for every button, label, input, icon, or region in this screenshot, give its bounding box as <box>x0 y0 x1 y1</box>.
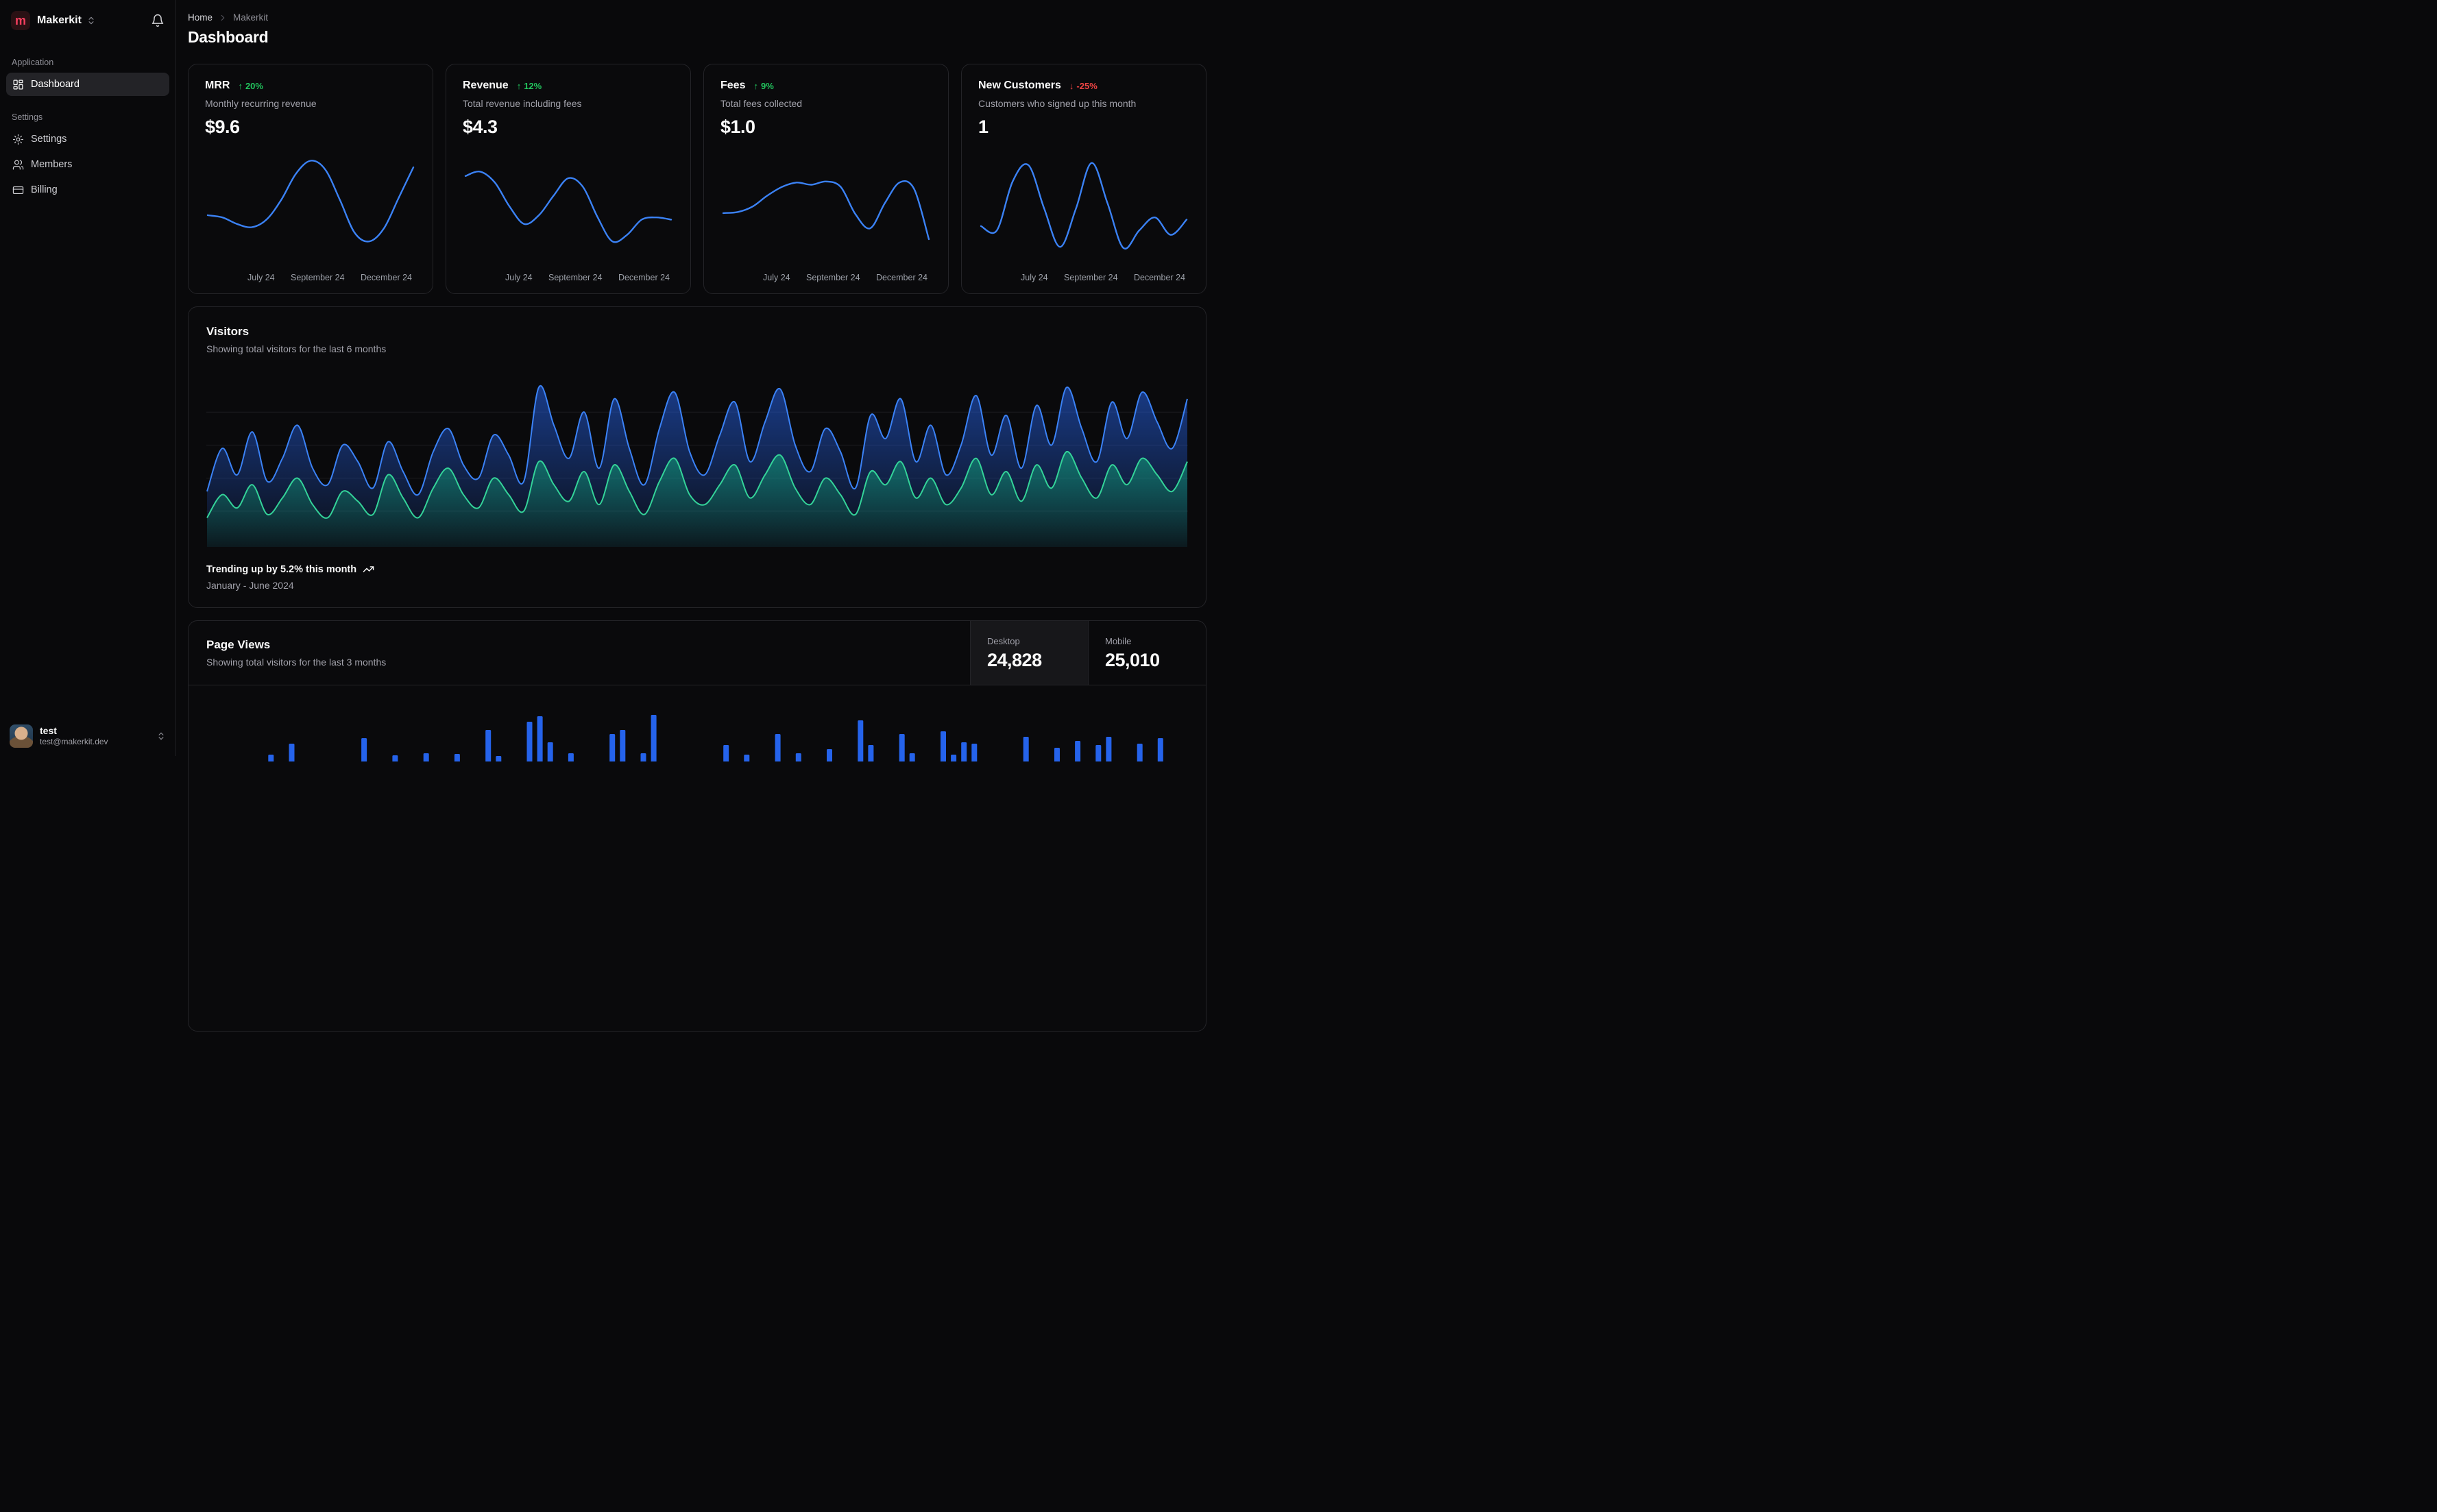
sparkline-chart <box>463 147 674 271</box>
nav-section-application: Application Dashboard <box>0 58 175 96</box>
stat-card-mrr: MRR ↑20% Monthly recurring revenue $9.6 … <box>188 64 433 294</box>
pageviews-toggle-mobile[interactable]: Mobile 25,010 <box>1088 621 1206 685</box>
makerkit-logo: m <box>11 11 30 30</box>
breadcrumb-current: Makerkit <box>233 12 268 23</box>
page-views-header: Page Views Showing total visitors for th… <box>189 621 1206 685</box>
stat-title: MRR <box>205 80 230 92</box>
x-axis-labels: July 24September 24December 24 <box>205 271 416 282</box>
chevrons-up-down-icon <box>86 16 96 25</box>
trend-arrow-icon: ↑ <box>517 81 522 91</box>
sidebar: m Makerkit Application Dashboard Setting… <box>0 0 176 756</box>
x-axis-labels: July 24September 24December 24 <box>720 271 932 282</box>
change-badge: ↑12% <box>517 81 542 91</box>
trend-arrow-icon: ↑ <box>238 81 243 91</box>
sidebar-item-label: Billing <box>31 184 58 195</box>
toggle-value: 24,828 <box>987 650 1071 671</box>
sidebar-item-label: Dashboard <box>31 79 80 90</box>
sparkline-chart <box>720 147 932 271</box>
chevrons-up-down-icon <box>156 731 166 741</box>
sidebar-item-label: Settings <box>31 134 66 145</box>
stat-subtitle: Monthly recurring revenue <box>205 98 416 109</box>
change-badge: ↑9% <box>753 81 773 91</box>
bell-icon <box>151 14 165 27</box>
sparkline-chart <box>978 147 1189 271</box>
nav-section-settings: Settings Settings Members Billing <box>0 112 175 202</box>
stat-title: New Customers <box>978 80 1061 92</box>
page-views-card: Page Views Showing total visitors for th… <box>188 620 1207 1032</box>
notifications-button[interactable] <box>151 14 165 27</box>
stat-value: 1 <box>978 117 1189 138</box>
sidebar-item-billing[interactable]: Billing <box>6 178 169 202</box>
users-icon <box>12 159 24 171</box>
visitors-area-chart <box>206 375 1188 547</box>
stat-subtitle: Total revenue including fees <box>463 98 674 109</box>
visitors-title: Visitors <box>206 325 1188 339</box>
breadcrumb-home-link[interactable]: Home <box>188 12 213 23</box>
user-name: test <box>40 725 108 737</box>
avatar <box>10 724 33 748</box>
visitors-subtitle: Showing total visitors for the last 6 mo… <box>206 343 1188 354</box>
pageviews-toggle-desktop[interactable]: Desktop 24,828 <box>970 621 1088 685</box>
gear-icon <box>12 134 24 145</box>
stat-value: $4.3 <box>463 117 674 138</box>
page-views-chart-area <box>189 685 1206 761</box>
toggle-label: Mobile <box>1105 636 1189 646</box>
trending-up-icon <box>363 563 374 575</box>
sidebar-item-members[interactable]: Members <box>6 153 169 176</box>
visitors-footer: Trending up by 5.2% this month <box>206 563 1188 575</box>
toggle-label: Desktop <box>987 636 1071 646</box>
user-info: test test@makerkit.dev <box>40 725 108 748</box>
section-label: Application <box>6 58 169 67</box>
sidebar-item-dashboard[interactable]: Dashboard <box>6 73 169 96</box>
sidebar-header: m Makerkit <box>0 0 175 41</box>
visitors-card: Visitors Showing total visitors for the … <box>188 306 1207 608</box>
change-badge: ↓-25% <box>1069 81 1098 91</box>
x-axis-labels: July 24September 24December 24 <box>978 271 1189 282</box>
stat-value: $1.0 <box>720 117 932 138</box>
stat-card-fees: Fees ↑9% Total fees collected $1.0 July … <box>703 64 949 294</box>
trend-arrow-icon: ↓ <box>1069 81 1074 91</box>
stat-title: Fees <box>720 80 745 92</box>
page-views-bar-chart <box>189 685 1206 761</box>
change-badge: ↑20% <box>238 81 263 91</box>
stat-title: Revenue <box>463 80 509 92</box>
stat-card-revenue: Revenue ↑12% Total revenue including fee… <box>446 64 691 294</box>
stat-subtitle: Customers who signed up this month <box>978 98 1189 109</box>
main-content: Home Makerkit Dashboard MRR ↑20% Monthly… <box>176 0 1219 756</box>
breadcrumb: Home Makerkit <box>188 12 1207 23</box>
credit-card-icon <box>12 184 24 196</box>
workspace-name: Makerkit <box>37 14 82 27</box>
page-views-title: Page Views <box>206 638 952 652</box>
page-views-subtitle: Showing total visitors for the last 3 mo… <box>206 657 952 668</box>
stat-cards-row: MRR ↑20% Monthly recurring revenue $9.6 … <box>188 64 1207 294</box>
trend-arrow-icon: ↑ <box>753 81 758 91</box>
page-title: Dashboard <box>188 28 1207 47</box>
section-label: Settings <box>6 112 169 122</box>
workspace-selector[interactable]: m Makerkit <box>11 11 96 30</box>
sparkline-chart <box>205 147 416 271</box>
chevron-right-icon <box>218 13 228 23</box>
stat-value: $9.6 <box>205 117 416 138</box>
layout-dashboard-icon <box>12 79 24 90</box>
toggle-value: 25,010 <box>1105 650 1189 671</box>
sidebar-item-label: Members <box>31 159 72 170</box>
x-axis-labels: July 24September 24December 24 <box>463 271 674 282</box>
user-email: test@makerkit.dev <box>40 737 108 747</box>
sidebar-item-settings[interactable]: Settings <box>6 127 169 151</box>
user-menu[interactable]: test test@makerkit.dev <box>0 716 175 756</box>
visitors-date-range: January - June 2024 <box>206 580 1188 591</box>
stat-card-new-customers: New Customers ↓-25% Customers who signed… <box>961 64 1207 294</box>
stat-subtitle: Total fees collected <box>720 98 932 109</box>
